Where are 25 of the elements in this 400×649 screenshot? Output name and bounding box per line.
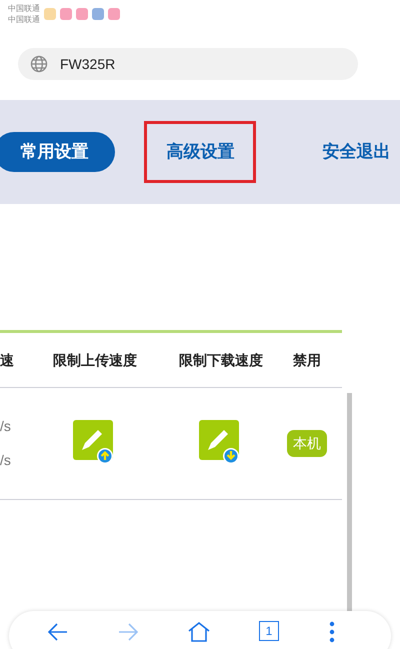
scrollbar[interactable] [347,393,352,613]
table-cell-text: /s [0,417,12,436]
column-header: 限制下载速度 [179,350,263,370]
forward-icon[interactable] [117,621,139,643]
app-icon [108,8,120,20]
nav-tab[interactable]: 高级设置 [147,124,254,180]
nav-tab[interactable]: 常用设置 [0,132,116,172]
app-icon [76,8,88,20]
column-header: 禁用 [293,350,321,370]
app-icon [92,8,104,20]
app-icon [60,8,72,20]
column-header: 速 [0,350,14,370]
table-cell-text: /s [0,451,12,470]
tabs-button[interactable]: 1 [259,621,279,641]
address-field[interactable]: FW325R [18,48,358,80]
carrier-label: 中国联通 [8,3,40,14]
app-icon [44,8,56,20]
column-header: 限制上传速度 [53,350,137,370]
nav-tab[interactable]: 安全退出 [313,132,400,172]
carrier-label: 中国联通 [8,14,40,25]
device-badge: 本机 [287,430,327,457]
globe-icon [30,55,48,73]
back-icon[interactable] [47,621,69,643]
more-icon[interactable] [329,621,335,643]
home-icon[interactable] [187,621,211,643]
